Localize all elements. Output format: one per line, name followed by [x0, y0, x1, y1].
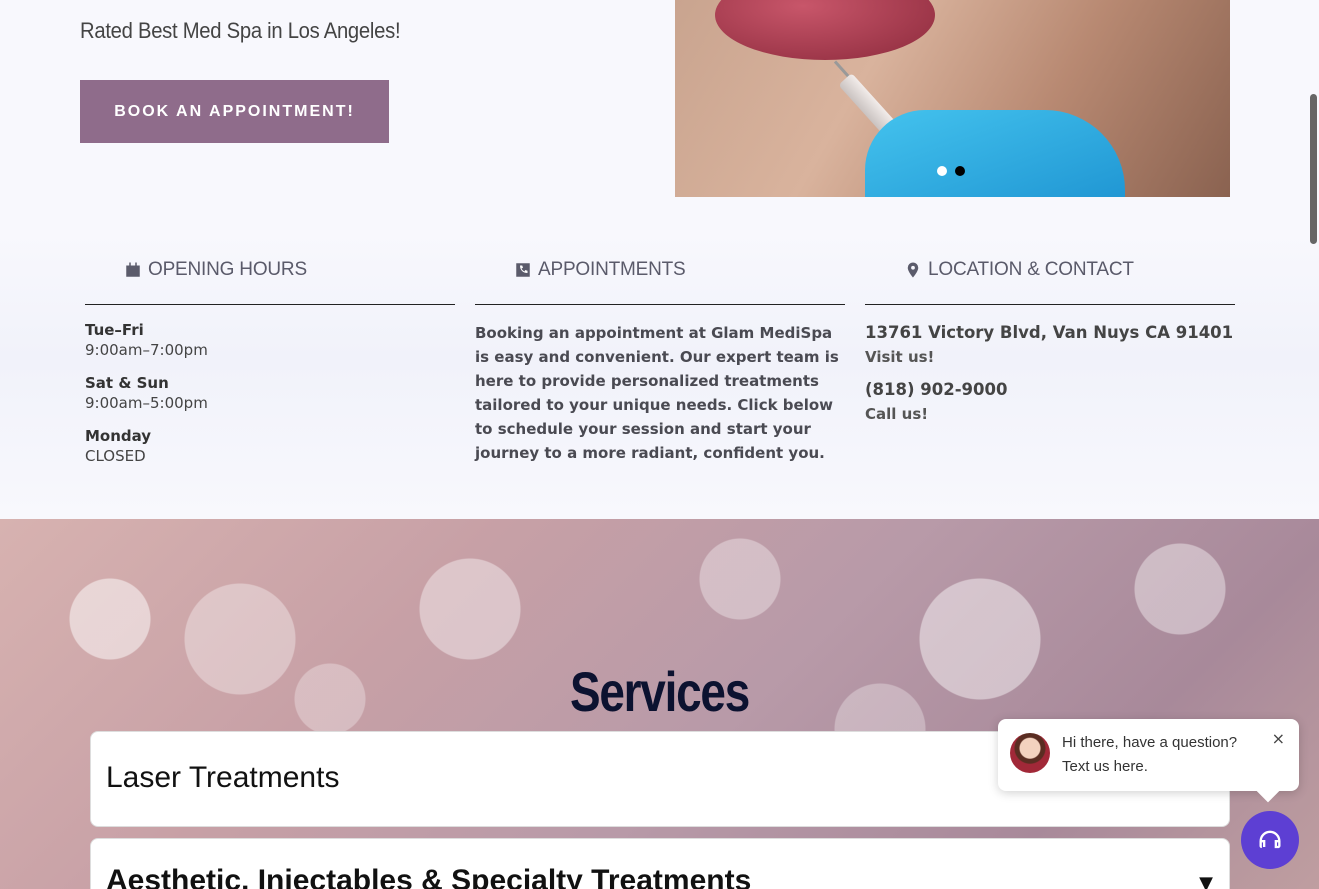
chevron-down-icon: ▼: [1199, 873, 1213, 889]
location-details: 13761 Victory Blvd, Van Nuys CA 91401 Vi…: [865, 323, 1235, 423]
services-section: Services Laser Treatments Aesthetic, Inj…: [0, 519, 1319, 889]
appointments-column: APPOINTMENTS Booking an appointment at G…: [475, 253, 845, 465]
hours-list: Tue–Fri 9:00am–7:00pm Sat & Sun 9:00am–5…: [85, 321, 455, 465]
services-title: Services: [569, 660, 750, 723]
scrollbar-thumb[interactable]: [1310, 94, 1317, 244]
hours-day: Tue–Fri: [85, 321, 144, 339]
close-icon[interactable]: ×: [1272, 729, 1285, 748]
accordion-label: Aesthetic, Injectables & Specialty Treat…: [106, 864, 752, 889]
slider-dot-1[interactable]: [937, 166, 947, 176]
calendar-icon: [126, 262, 140, 277]
opening-hours-column: OPENING HOURS Tue–Fri 9:00am–7:00pm Sat …: [85, 253, 455, 480]
hours-time: CLOSED: [85, 447, 146, 465]
hero-image-glove: [865, 110, 1125, 197]
map-pin-icon: [907, 262, 919, 278]
opening-hours-header: OPENING HOURS: [85, 253, 455, 305]
accordion-aesthetic-treatments[interactable]: Aesthetic, Injectables & Specialty Treat…: [90, 838, 1230, 889]
hours-time: 9:00am–5:00pm: [85, 394, 208, 412]
book-appointment-button[interactable]: BOOK AN APPOINTMENT!: [80, 80, 389, 143]
visit-us-link[interactable]: Visit us!: [865, 348, 1235, 366]
hours-time: 9:00am–7:00pm: [85, 341, 208, 359]
hours-day: Monday: [85, 427, 152, 445]
agent-avatar: [1010, 733, 1050, 773]
address-link[interactable]: 13761 Victory Blvd, Van Nuys CA 91401: [865, 323, 1235, 342]
chat-launcher-button[interactable]: [1241, 811, 1299, 869]
chat-icon: [1259, 830, 1281, 849]
appointments-header: APPOINTMENTS: [475, 253, 845, 305]
location-column: LOCATION & CONTACT 13761 Victory Blvd, V…: [865, 253, 1235, 437]
call-us-link[interactable]: Call us!: [865, 405, 1235, 423]
chat-prompt-text: Hi there, have a question? Text us here.: [1062, 734, 1238, 775]
hero-section: Rated Best Med Spa in Los Angeles! BOOK …: [0, 0, 1319, 519]
phone-link[interactable]: (818) 902-9000: [865, 380, 1235, 399]
appointments-title: APPOINTMENTS: [538, 259, 686, 280]
hero-tagline: Rated Best Med Spa in Los Angeles!: [80, 18, 401, 43]
hero-slider-image: [675, 0, 1230, 197]
hours-day: Sat & Sun: [85, 374, 169, 392]
hero-image-lips: [715, 0, 935, 60]
appointments-text: Booking an appointment at Glam MediSpa i…: [475, 324, 839, 462]
chat-prompt-bubble[interactable]: Hi there, have a question? Text us here.…: [998, 719, 1299, 791]
accordion-label: Laser Treatments: [106, 761, 340, 794]
location-title: LOCATION & CONTACT: [928, 259, 1134, 280]
slider-dot-2[interactable]: [955, 166, 965, 176]
opening-hours-title: OPENING HOURS: [148, 259, 307, 280]
phone-icon: [516, 263, 530, 277]
location-header: LOCATION & CONTACT: [865, 253, 1235, 305]
slider-dots: [937, 166, 965, 176]
